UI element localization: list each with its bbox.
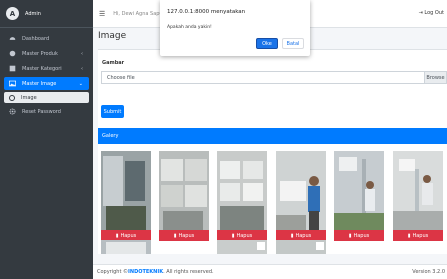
gallery-photo <box>101 240 151 254</box>
copyright-prefix: Copyright © <box>97 269 129 275</box>
list-icon <box>9 65 16 72</box>
delete-label: Hapus <box>236 232 253 239</box>
footer: Copyright © INDOTEKNIK. All rights reser… <box>93 264 447 279</box>
sidebar-item-label: Master Kategori <box>22 65 62 72</box>
trash-icon: ▮ <box>290 232 294 239</box>
sidebar-item-reset-password[interactable]: Reset Password <box>4 105 89 118</box>
chevron-left-icon: ‹ <box>81 50 83 57</box>
delete-label: Hapus <box>120 232 137 239</box>
gallery: ▮Hapus ▮Hapus ▮Hapus ▮Hapus ▮Hapus <box>98 144 447 254</box>
box-icon <box>9 50 16 57</box>
copyright-suffix: . All rights reserved. <box>163 269 214 275</box>
delete-button[interactable]: ▮ Hapus <box>159 230 209 241</box>
page-title: Image <box>98 31 127 41</box>
sidebar-item-master-kategori[interactable]: Master Kategori ‹ <box>4 62 89 75</box>
gallery-photo <box>217 240 267 254</box>
gallery-photo <box>334 151 384 230</box>
sidebar-item-label: Image <box>21 94 37 101</box>
sidebar-item-label: Dashboard <box>22 35 50 42</box>
trash-icon: ▮ <box>407 232 411 239</box>
file-placeholder: Choose file <box>107 74 135 81</box>
delete-button[interactable]: ▮ Hapus <box>334 230 384 241</box>
footer-brand-link[interactable]: INDOTEKNIK <box>128 269 163 275</box>
sidebar: A Admin Dashboard Master Produk ‹ Master… <box>0 0 93 279</box>
gallery-item <box>276 240 326 254</box>
delete-label: Hapus <box>353 232 370 239</box>
cancel-button[interactable]: Batal <box>282 38 304 49</box>
image-icon <box>9 80 16 87</box>
gallery-photo <box>393 151 443 230</box>
gallery-item: ▮ Hapus <box>276 151 326 241</box>
sidebar-item-dashboard[interactable]: Dashboard <box>4 32 89 45</box>
gallery-photo <box>276 240 326 254</box>
browse-button[interactable]: Browse <box>424 72 446 83</box>
dialog-title: 127.0.0.1:8000 menyatakan <box>167 9 246 15</box>
gallery-item: ▮ Hapus <box>101 151 151 241</box>
trash-icon: ▮ <box>115 232 119 239</box>
menu-toggle-icon[interactable]: ☰ <box>99 10 105 18</box>
gallery-item <box>101 240 151 254</box>
dashboard-icon <box>9 35 16 42</box>
gear-icon <box>9 108 16 115</box>
logout-icon: ⇥ <box>418 10 423 16</box>
chevron-left-icon: ‹ <box>81 65 83 72</box>
gallery-photo <box>101 151 151 230</box>
gallery-photo <box>159 151 209 230</box>
submit-button[interactable]: Submit <box>101 105 124 118</box>
gallery-item: ▮ Hapus <box>159 151 209 241</box>
delete-label: Hapus <box>295 232 312 239</box>
trash-icon: ▮ <box>231 232 235 239</box>
gallery-photo <box>276 151 326 230</box>
sidebar-item-master-produk[interactable]: Master Produk ‹ <box>4 47 89 60</box>
version-text: Version 3.2.0 <box>412 269 445 275</box>
gallery-item: ▮ Hapus <box>217 151 267 241</box>
gallery-header: Galery <box>98 128 447 144</box>
trash-icon: ▮ <box>348 232 352 239</box>
delete-label: Hapus <box>412 232 429 239</box>
dialog-message: Apakah anda yakin! <box>167 25 212 30</box>
sidebar-item-label: Master Image <box>22 80 57 87</box>
gallery-photo <box>217 151 267 230</box>
gallery-item: ▮ Hapus <box>393 151 443 241</box>
brand-name: Admin <box>25 10 41 17</box>
ok-button[interactable]: Oke <box>256 38 278 49</box>
gallery-item: ▮ Hapus <box>334 151 384 241</box>
brand[interactable]: A Admin <box>0 0 93 28</box>
sidebar-item-label: Reset Password <box>22 108 61 115</box>
trash-icon: ▮ <box>173 232 177 239</box>
circle-icon <box>9 94 15 101</box>
gambar-label: Gambar <box>102 60 125 66</box>
sidebar-item-label: Master Produk <box>22 50 58 57</box>
brand-logo-icon: A <box>6 7 19 20</box>
file-input[interactable]: Choose file Browse <box>101 71 447 84</box>
gallery-item <box>217 240 267 254</box>
logout-label: Log Out <box>424 10 444 16</box>
delete-label: Hapus <box>178 232 195 239</box>
delete-button[interactable]: ▮ Hapus <box>393 230 443 241</box>
sidebar-item-image[interactable]: Image <box>4 92 89 103</box>
confirm-dialog: 127.0.0.1:8000 menyatakan Apakah anda ya… <box>160 0 310 56</box>
chevron-down-icon: ⌄ <box>78 80 83 87</box>
sidebar-item-master-image[interactable]: Master Image ⌄ <box>4 77 89 90</box>
logout-link[interactable]: ⇥ Log Out <box>419 10 444 16</box>
